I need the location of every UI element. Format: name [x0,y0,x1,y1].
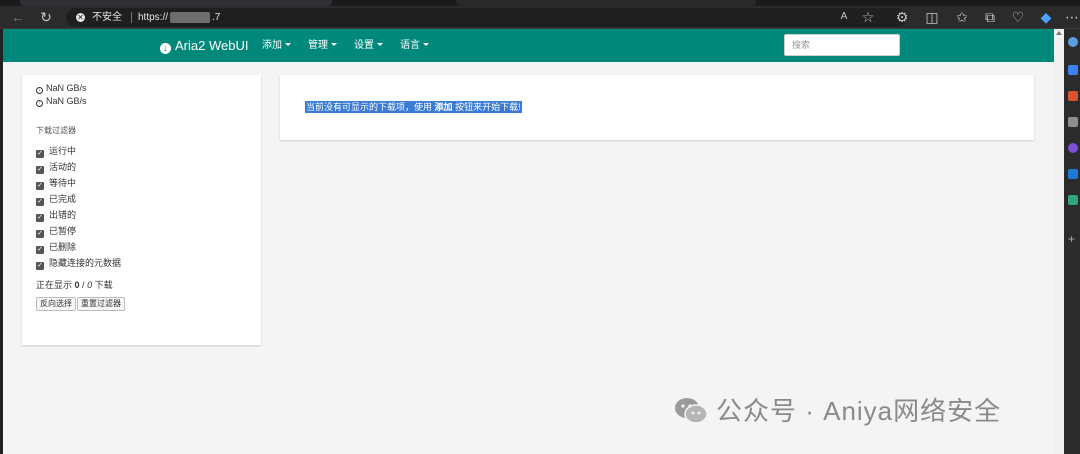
insecure-warning-icon: ✕ [76,13,85,22]
wechat-icon [675,398,708,424]
address-bar[interactable]: ✕ 不安全 https:// .7 [66,8,906,27]
caret-down-icon [377,43,383,46]
download-icon: ↓ [160,43,171,54]
checkbox-checked-icon[interactable]: ✓ [36,166,44,174]
discover-icon[interactable] [1068,65,1078,75]
back-icon[interactable]: ← [8,8,28,26]
health-icon[interactable]: ♡ [1008,8,1028,26]
filter-label: 已完成 [49,194,77,204]
checkbox-checked-icon[interactable]: ✓ [36,262,44,270]
filter-label: 出错的 [49,210,77,220]
tools-icon[interactable] [1068,117,1078,127]
download-speed-icon: ↓ [36,87,43,94]
search-icon[interactable] [1068,37,1078,47]
edge-copilot-icon[interactable]: ◆ [1036,8,1056,26]
filter-active[interactable]: ✓ 活动的 [36,161,77,174]
menu-add[interactable]: 添加 [262,29,291,62]
showing-prefix: 正在显示 [36,280,73,290]
menu-manage-label: 管理 [308,40,328,51]
favorite-star-icon[interactable]: ☆ [858,8,878,26]
empty-message-suffix: 按钮来开始下载! [455,102,521,112]
empty-downloads-message: 当前没有可显示的下载项，使用 添加 按钮来开始下载! [305,101,522,113]
filter-paused[interactable]: ✓ 已暂停 [36,225,77,238]
filter-hide-metadata[interactable]: ✓ 隐藏连接的元数据 [36,257,122,270]
brand-title: Aria2 WebUI [175,38,249,53]
more-menu-icon[interactable]: ⋯ [1062,8,1080,26]
refresh-icon[interactable]: ↻ [36,8,56,26]
filter-label: 已暂停 [49,226,77,236]
redacted-host [170,12,210,23]
security-label: 不安全 [92,12,122,23]
checkbox-checked-icon[interactable]: ✓ [36,198,44,206]
checkbox-checked-icon[interactable]: ✓ [36,182,44,190]
shopping-icon[interactable] [1068,91,1078,101]
filter-error[interactable]: ✓ 出错的 [36,209,77,222]
filter-label: 运行中 [49,146,77,156]
caret-down-icon [285,43,291,46]
upload-speed-value: NaN GB/s [46,96,87,106]
checkbox-checked-icon[interactable]: ✓ [36,150,44,158]
search-input[interactable]: 搜索 [784,34,900,56]
filter-title: 下载过滤器 [36,126,76,135]
filter-label: 等待中 [49,178,77,188]
games-icon[interactable] [1068,143,1078,153]
watermark-text: 公众号 · Aniya网络安全 [716,396,1002,426]
filter-label: 已删除 [49,242,77,252]
menu-language-label: 语言 [400,40,420,51]
showing-suffix: 下载 [94,280,113,290]
download-count-status: 正在显示 0 / 0 下载 [36,280,113,290]
filter-sidebar: ↓ NaN GB/s ↑ NaN GB/s 下载过滤器 ✓ 运行中 ✓ 活动的 ✓ 等待中… [22,75,261,345]
upload-speed: ↑ NaN GB/s [36,96,87,107]
filter-label: 隐藏连接的元数据 [49,258,122,268]
page-scrollbar[interactable] [1054,29,1064,454]
navbar: ↓ Aria2 WebUI 添加 管理 设置 语言 搜索 [3,29,1054,62]
caret-down-icon [423,43,429,46]
checkbox-checked-icon[interactable]: ✓ [36,214,44,222]
add-link[interactable]: 添加 [435,102,453,112]
watermark: 公众号 · Aniya网络安全 [674,391,1001,431]
caret-down-icon [331,43,337,46]
filter-complete[interactable]: ✓ 已完成 [36,193,77,206]
url-suffix: .7 [212,12,221,23]
browser-sidebar: + [1064,29,1080,454]
menu-add-label: 添加 [262,40,282,51]
shown-count: 0 [74,280,80,290]
menu-language[interactable]: 语言 [400,29,429,62]
empty-message-prefix: 当前没有可显示的下载项，使用 [306,102,433,112]
collections-icon[interactable]: ⧉ [980,8,1000,26]
downloads-panel: 当前没有可显示的下载项，使用 添加 按钮来开始下载! [280,75,1034,140]
add-app-icon[interactable]: + [1068,233,1078,245]
checkbox-checked-icon[interactable]: ✓ [36,230,44,238]
scroll-up-icon[interactable] [1056,31,1062,35]
web-page: ↓ Aria2 WebUI 添加 管理 设置 语言 搜索 ↓ NaN GB/s ↑ N… [0,29,1054,454]
split-screen-icon[interactable]: ◫ [922,8,942,26]
read-aloud-icon[interactable]: A [834,8,854,26]
menu-settings[interactable]: 设置 [354,29,383,62]
reset-filters-button[interactable]: 重置过滤器 [77,297,125,311]
menu-manage[interactable]: 管理 [308,29,337,62]
favorites-icon[interactable]: ✩ [952,8,972,26]
checkbox-checked-icon[interactable]: ✓ [36,246,44,254]
drop-icon[interactable] [1068,195,1078,205]
filter-removed[interactable]: ✓ 已删除 [36,241,77,254]
upload-speed-icon: ↑ [36,100,43,107]
browser-toolbar: ← ↻ ✕ 不安全 https:// .7 A ☆ ⚙ ◫ ✩ ⧉ ♡ ◆ ⋯ [0,6,1080,29]
menu-settings-label: 设置 [354,40,374,51]
total-count: 0 [87,280,93,290]
invert-selection-button[interactable]: 反向选择 [36,297,76,311]
outlook-icon[interactable] [1068,169,1078,179]
filter-running[interactable]: ✓ 运行中 [36,145,77,158]
extensions-icon[interactable]: ⚙ [892,8,912,26]
brand[interactable]: ↓ Aria2 WebUI [160,29,248,62]
download-speed-value: NaN GB/s [46,83,87,93]
address-separator [131,12,132,23]
download-speed: ↓ NaN GB/s [36,83,87,94]
filter-label: 活动的 [49,162,77,172]
filter-waiting[interactable]: ✓ 等待中 [36,177,77,190]
url-prefix: https:// [138,12,169,23]
